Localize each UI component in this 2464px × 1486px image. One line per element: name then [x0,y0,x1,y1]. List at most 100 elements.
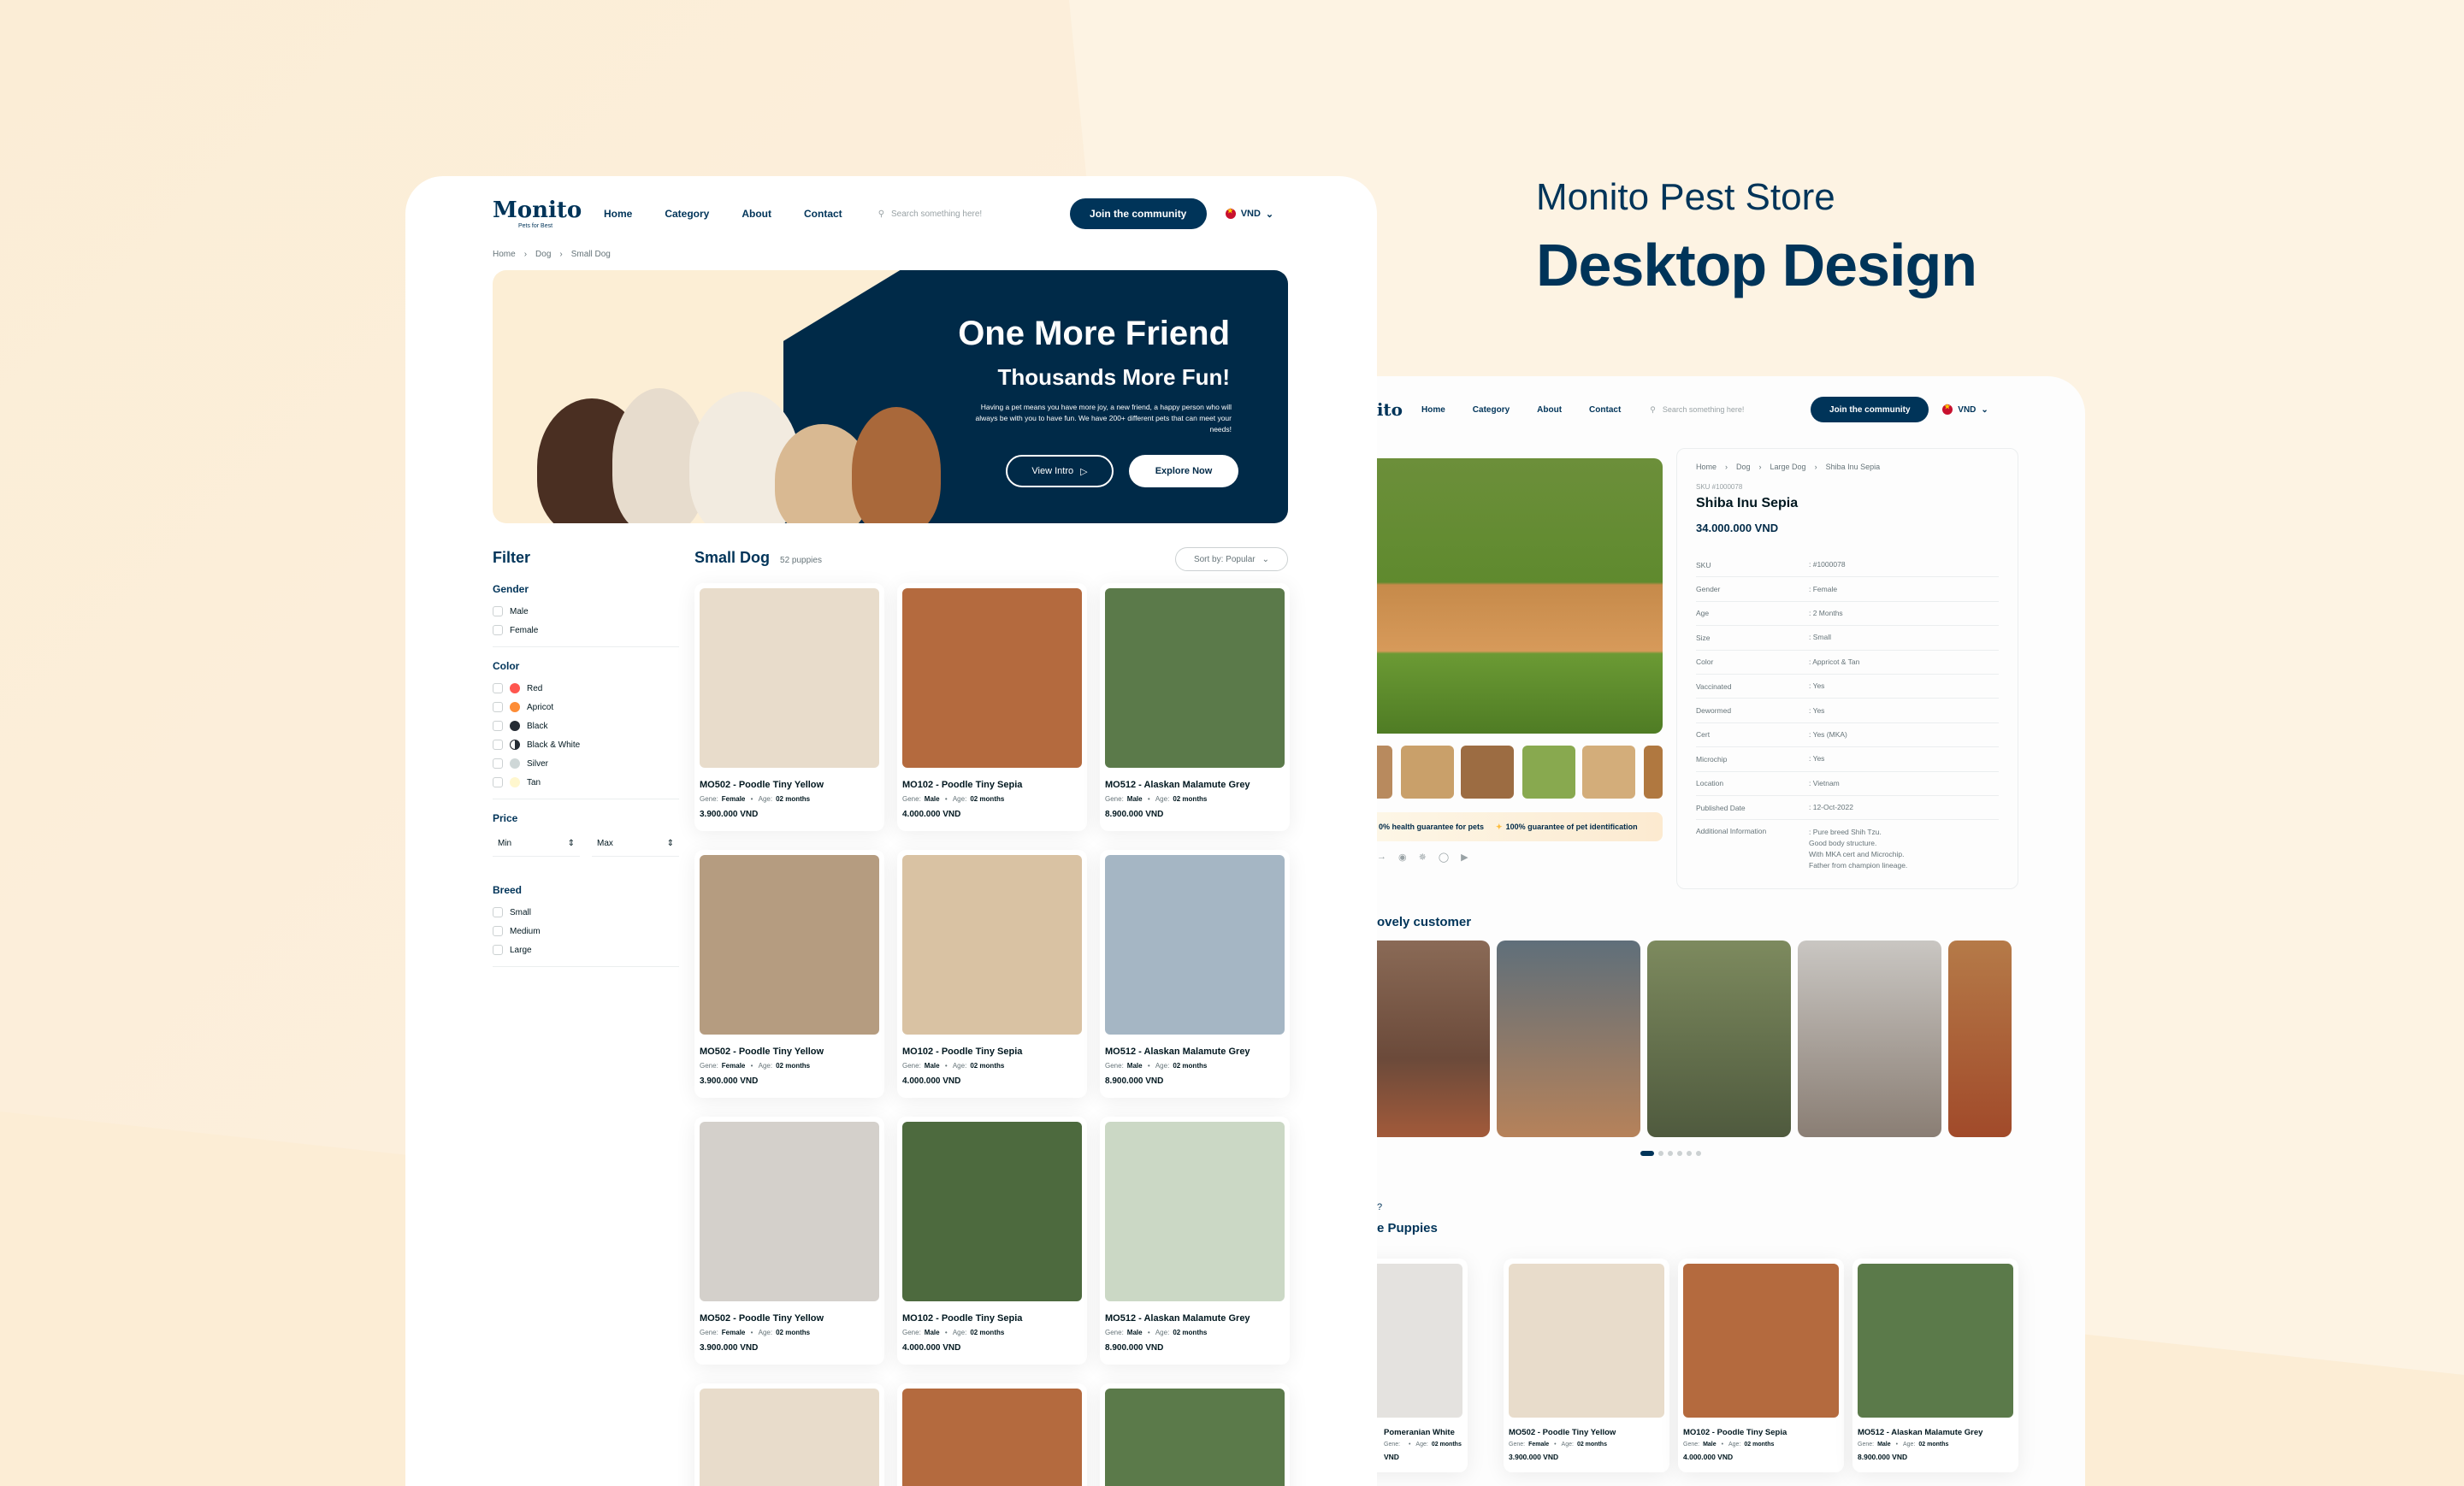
related-product-card[interactable]: MO102 - Poodle Tiny Sepia Gene: Male • Age… [1678,1259,1844,1472]
breadcrumb-dog[interactable]: Dog [1736,463,1751,471]
product-card[interactable]: MO502 - Poodle Tiny Yellow Gene: Female • … [694,583,884,831]
carousel-dot[interactable] [1668,1151,1673,1156]
product-card[interactable] [897,1383,1087,1486]
filter-option[interactable]: Red [493,679,679,698]
filter-option[interactable]: Male [493,602,679,621]
join-community-button[interactable]: Join the community [1811,397,1929,422]
search-input[interactable]: ⚲ Search something here! [878,209,1049,219]
breadcrumb-current: Small Dog [570,250,611,259]
view-intro-label: View Intro [1031,466,1074,476]
filter-option[interactable]: Large [493,941,679,959]
filter-option[interactable]: Silver [493,754,679,773]
option-label: Large [510,945,532,955]
twitter-icon[interactable]: ✵ [1419,852,1427,863]
carousel-dot[interactable] [1687,1151,1692,1156]
spec-row: Vaccinated: Yes [1696,675,1999,699]
checkbox[interactable] [493,758,503,769]
checkbox[interactable] [493,606,503,616]
gene-label: Gene: [700,1329,718,1336]
price-min-input[interactable]: Min ⇕ [493,831,580,857]
nav-home[interactable]: Home [1421,405,1445,415]
nav-about[interactable]: About [742,208,771,220]
filter-option[interactable]: Female [493,621,679,640]
product-card[interactable]: MO502 - Poodle Tiny Yellow Gene: Female • … [694,850,884,1098]
explore-now-button[interactable]: Explore Now [1129,455,1238,487]
filter-option[interactable]: Apricot [493,698,679,716]
breadcrumb-home[interactable]: Home [493,250,516,259]
checkbox[interactable] [493,683,503,693]
checkbox[interactable] [493,926,503,936]
checkbox[interactable] [493,945,503,955]
currency-select[interactable]: VND ⌄ [1225,207,1273,220]
spec-key: Age [1696,609,1710,618]
product-card[interactable]: MO502 - Poodle Tiny Yellow Gene: Female • … [694,1117,884,1365]
nav-home[interactable]: Home [604,208,632,220]
puppies-section-title: e Puppies [1377,1221,1438,1235]
age-label: Age: [1155,795,1170,803]
nav-about[interactable]: About [1537,405,1562,415]
logo[interactable]: Monito Pets for Best [493,199,582,229]
product-thumbnail[interactable] [1377,746,1392,799]
nav-contact[interactable]: Contact [1589,405,1621,415]
search-icon: ⚲ [877,209,885,219]
filter-color: Color Red Apricot Black Black & White Si… [493,660,679,799]
price-max-label: Max [597,839,613,848]
product-card[interactable] [1100,1383,1290,1486]
share-icon[interactable]: → [1377,852,1386,863]
checkbox[interactable] [493,721,503,731]
product-price: 4.000.000 VND [902,1343,961,1353]
breadcrumb-current: Shiba Inu Sepia [1825,463,1881,471]
product-card[interactable]: MO102 - Poodle Tiny Sepia Gene: Male • Age… [897,583,1087,831]
carousel-dot[interactable] [1696,1151,1701,1156]
checkbox[interactable] [493,907,503,917]
currency-select[interactable]: VND ⌄ [1942,403,1988,415]
nav-category[interactable]: Category [665,208,709,220]
checkbox[interactable] [493,625,503,635]
carousel-dot[interactable] [1677,1151,1682,1156]
nav-contact[interactable]: Contact [804,208,842,220]
carousel-dot[interactable] [1640,1151,1654,1156]
filter-option[interactable]: Medium [493,922,679,941]
breadcrumb-dog[interactable]: Dog [535,250,551,259]
product-card[interactable]: MO512 - Alaskan Malamute Grey Gene: Male •… [1100,850,1290,1098]
product-image [1377,1264,1462,1418]
age-value: 02 months [1431,1442,1462,1448]
join-community-button[interactable]: Join the community [1069,198,1207,229]
logo-text[interactable]: Monito [1377,401,1403,418]
carousel-dots [1640,1151,1701,1156]
filter-option[interactable]: Black [493,716,679,735]
product-thumbnail[interactable] [1644,746,1663,799]
dot-separator: • [942,795,949,803]
related-product-card[interactable]: MO502 - Poodle Tiny Yellow Gene: Female • … [1504,1259,1669,1472]
related-product-card[interactable]: Pomeranian White Gene: • Age: 02 months VND [1377,1259,1468,1472]
facebook-icon[interactable]: ◉ [1398,852,1407,863]
checkbox[interactable] [493,702,503,712]
filter-option[interactable]: Tan [493,773,679,792]
price-max-input[interactable]: Max ⇕ [592,831,679,857]
sort-dropdown[interactable]: Sort by: Popular ⌄ [1175,547,1288,571]
breadcrumb-large-dog[interactable]: Large Dog [1770,463,1806,471]
filter-option[interactable]: Small [493,903,679,922]
checkbox[interactable] [493,777,503,787]
view-intro-button[interactable]: View Intro ▷ [1006,455,1114,487]
product-main-image [1377,458,1663,734]
age-value: 02 months [776,1062,811,1070]
search-input[interactable]: ⚲ Search something here! [1650,405,1804,415]
product-card[interactable]: MO512 - Alaskan Malamute Grey Gene: Male •… [1100,583,1290,831]
product-thumbnail[interactable] [1401,746,1454,799]
product-card[interactable]: MO102 - Poodle Tiny Sepia Gene: Male • Age… [897,850,1087,1098]
youtube-icon[interactable]: ▶ [1461,852,1468,863]
product-thumbnail[interactable] [1522,746,1575,799]
product-thumbnail[interactable] [1461,746,1514,799]
instagram-icon[interactable]: ◯ [1439,852,1449,863]
filter-option[interactable]: Black & White [493,735,679,754]
checkbox[interactable] [493,740,503,750]
carousel-dot[interactable] [1658,1151,1663,1156]
nav-category[interactable]: Category [1473,405,1510,415]
breadcrumb-home[interactable]: Home [1696,463,1717,471]
product-card[interactable] [694,1383,884,1486]
product-card[interactable]: MO512 - Alaskan Malamute Grey Gene: Male •… [1100,1117,1290,1365]
product-thumbnail[interactable] [1582,746,1635,799]
product-card[interactable]: MO102 - Poodle Tiny Sepia Gene: Male • Age… [897,1117,1087,1365]
related-product-card[interactable]: MO512 - Alaskan Malamute Grey Gene: Male •… [1852,1259,2018,1472]
